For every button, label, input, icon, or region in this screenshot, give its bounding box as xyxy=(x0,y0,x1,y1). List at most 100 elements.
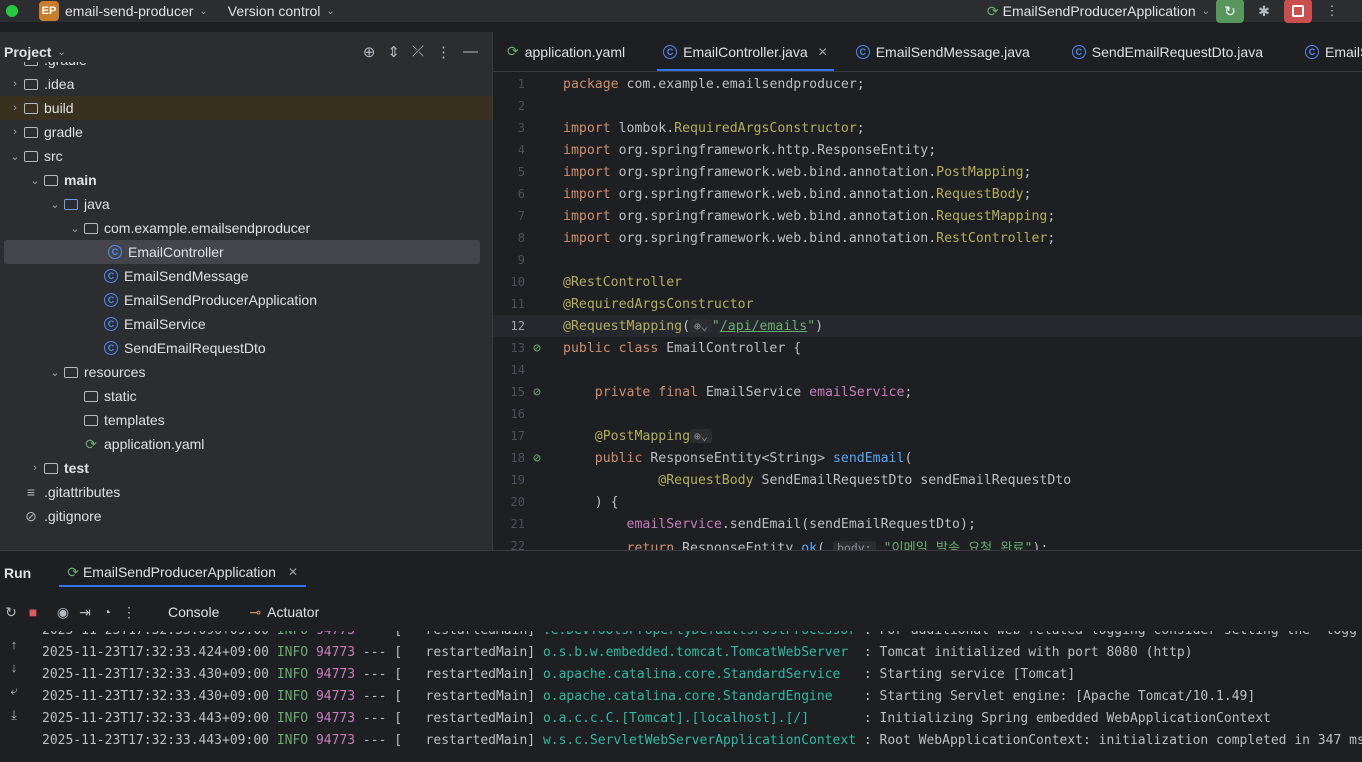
chevron-right-icon[interactable]: › xyxy=(28,462,42,474)
tree-item[interactable]: ⟳ application.yaml xyxy=(0,432,492,456)
code-line[interactable]: 16 xyxy=(493,403,1362,425)
chevron-down-icon[interactable]: ⌄ xyxy=(326,6,334,17)
close-icon[interactable]: ✕ xyxy=(818,45,828,59)
chevron-right-icon[interactable]: › xyxy=(8,102,22,114)
tree-item[interactable]: C EmailSendProducerApplication xyxy=(0,288,492,312)
chevron-right-icon[interactable]: › xyxy=(8,126,22,138)
tree-item[interactable]: › gradle xyxy=(0,120,492,144)
chevron-down-icon[interactable]: ⌄ xyxy=(48,366,62,379)
log-logger[interactable]: o.a.c.c.C.[Tomcat].[localhost].[/] xyxy=(543,711,856,726)
text-file-icon: ≡ xyxy=(26,484,36,500)
project-badge[interactable]: EP xyxy=(39,1,59,21)
tab-email-service[interactable]: C EmailSer xyxy=(1291,32,1362,71)
log-logger[interactable]: .e.DevToolsPropertyDefaultsPostProcessor xyxy=(543,631,856,638)
rerun-button[interactable]: ↻ xyxy=(1216,0,1244,23)
log-level: INFO xyxy=(276,644,309,660)
tree-item[interactable]: ⌄ resources xyxy=(0,360,492,384)
dashboard-icon[interactable]: ◔ xyxy=(96,604,118,620)
log-logger[interactable]: o.apache.catalina.core.StandardEngine xyxy=(543,689,856,704)
log-logger[interactable]: o.apache.catalina.core.StandardService xyxy=(543,667,856,682)
tree-item[interactable]: ⌄ java xyxy=(0,192,492,216)
chevron-down-icon[interactable]: ⌄ xyxy=(57,47,65,58)
tree-item[interactable]: ⊘ .gitignore xyxy=(0,504,492,528)
tab-application-yaml[interactable]: ⟳ application.yaml xyxy=(493,32,639,71)
code-line[interactable]: 21 emailService.sendEmail(sendEmailReque… xyxy=(493,513,1362,535)
chevron-down-icon[interactable]: ⌄ xyxy=(48,198,62,211)
version-control-menu[interactable]: Version control xyxy=(228,3,321,19)
camera-icon[interactable]: ◉ xyxy=(52,604,74,621)
actuator-tab[interactable]: Actuator xyxy=(267,604,319,620)
tree-item[interactable]: ⌄ main xyxy=(0,168,492,192)
chevron-down-icon[interactable]: ⌄ xyxy=(8,150,22,163)
run-config-tab[interactable]: ⟳ EmailSendProducerApplication ✕ xyxy=(59,560,307,587)
chevron-down-icon[interactable]: ⌄ xyxy=(199,6,207,17)
tree-item[interactable]: C EmailController xyxy=(4,240,480,264)
tree-item[interactable]: › .idea xyxy=(0,72,492,96)
tree-item[interactable]: C EmailService xyxy=(0,312,492,336)
debug-button[interactable]: ✱ xyxy=(1250,0,1278,23)
tab-send-email-request-dto[interactable]: C SendEmailRequestDto.java xyxy=(1058,32,1277,71)
tree-item[interactable]: .gradle xyxy=(0,62,492,72)
code-line[interactable]: 20 ) { xyxy=(493,491,1362,513)
code-line[interactable]: 12 @RequestMapping(⊕⌄ "/api/emails") xyxy=(493,315,1362,337)
more-vertical-icon[interactable]: ⋮ xyxy=(118,604,140,621)
code-line[interactable]: 2 xyxy=(493,95,1362,117)
code-area[interactable]: 1 package com.example.emailsendproducer; 2… xyxy=(493,72,1362,550)
code-line[interactable]: 7 import org.springframework.web.bind.ann… xyxy=(493,205,1362,227)
code-line[interactable]: 15 ⊘ private final EmailService emailServ… xyxy=(493,381,1362,403)
tab-email-send-message[interactable]: C EmailSendMessage.java xyxy=(842,32,1044,71)
code-line[interactable]: 1 package com.example.emailsendproducer; xyxy=(493,73,1362,95)
locate-icon[interactable]: ⊕ xyxy=(363,43,376,61)
code-line[interactable]: 8 import org.springframework.web.bind.ann… xyxy=(493,227,1362,249)
code-line[interactable]: 9 xyxy=(493,249,1362,271)
chevron-down-icon[interactable]: ⌄ xyxy=(28,174,42,187)
more-button[interactable]: ⋮ xyxy=(1318,0,1346,23)
close-icon[interactable]: ✕ xyxy=(288,565,298,579)
collapse-all-icon[interactable]: ⤫ xyxy=(412,43,424,61)
spring-bean-icon[interactable]: ⊘ xyxy=(533,385,541,400)
tree-item[interactable]: static xyxy=(0,384,492,408)
options-icon[interactable]: ⋮ xyxy=(436,43,451,61)
tree-item[interactable]: › build xyxy=(0,96,492,120)
tree-item[interactable]: ⌄ src xyxy=(0,144,492,168)
console-tab[interactable]: Console xyxy=(168,604,219,620)
tree-item[interactable]: › test xyxy=(0,456,492,480)
spring-run-icon: ⟳ xyxy=(67,563,79,580)
code-line[interactable]: 10 @RestController xyxy=(493,271,1362,293)
code-line[interactable]: 14 xyxy=(493,359,1362,381)
spring-bean-icon[interactable]: ⊘ xyxy=(533,341,541,356)
tree-item[interactable]: templates xyxy=(0,408,492,432)
code-line[interactable]: 18 ⊘ public ResponseEntity<String> sendEm… xyxy=(493,447,1362,469)
code-line[interactable]: 17 @PostMapping ⊕⌄ xyxy=(493,425,1362,447)
tab-email-controller[interactable]: C EmailController.java ✕ xyxy=(649,32,842,71)
code-line[interactable]: 5 import org.springframework.web.bind.ann… xyxy=(493,161,1362,183)
stop-icon[interactable]: ■ xyxy=(22,604,44,620)
expand-all-icon[interactable]: ⇕ xyxy=(387,43,400,61)
window-zoom-button[interactable] xyxy=(6,5,18,17)
code-line[interactable]: 3 import lombok.RequiredArgsConstructor; xyxy=(493,117,1362,139)
chevron-down-icon[interactable]: ⌄ xyxy=(68,222,82,235)
project-panel-title[interactable]: Project xyxy=(4,44,51,60)
run-panel-title[interactable]: Run xyxy=(4,565,31,581)
code-line[interactable]: 6 import org.springframework.web.bind.ann… xyxy=(493,183,1362,205)
code-line[interactable]: 19 @RequestBody SendEmailRequestDto send… xyxy=(493,469,1362,491)
spring-bean-icon[interactable]: ⊘ xyxy=(533,451,541,466)
run-config-selector[interactable]: ⟳ EmailSendProducerApplication ⌄ xyxy=(987,3,1210,20)
console-output[interactable]: 2025-11-23T17:32:33.096+09:00 INFO 94773… xyxy=(0,631,1362,762)
tree-item[interactable]: ⌄ com.example.emailsendproducer xyxy=(0,216,492,240)
rerun-icon[interactable]: ↻ xyxy=(0,604,22,621)
project-name[interactable]: email-send-producer xyxy=(65,3,193,19)
tree-item[interactable]: C SendEmailRequestDto xyxy=(0,336,492,360)
stop-button[interactable] xyxy=(1284,0,1312,23)
hide-panel-icon[interactable]: — xyxy=(463,43,478,61)
tree-item[interactable]: C EmailSendMessage xyxy=(0,264,492,288)
log-logger[interactable]: w.s.c.ServletWebServerApplicationContext xyxy=(543,733,856,748)
code-line[interactable]: 11 @RequiredArgsConstructor xyxy=(493,293,1362,315)
tree-item[interactable]: ≡ .gitattributes xyxy=(0,480,492,504)
code-line[interactable]: 4 import org.springframework.http.Respons… xyxy=(493,139,1362,161)
chevron-right-icon[interactable]: › xyxy=(8,78,22,90)
log-logger[interactable]: o.s.b.w.embedded.tomcat.TomcatWebServer xyxy=(543,645,856,660)
code-line[interactable]: 13 ⊘ public class EmailController { xyxy=(493,337,1362,359)
exit-icon[interactable]: ⇥ xyxy=(74,604,96,621)
code-line[interactable]: 22 return ResponseEntity.ok( body: "이메일 … xyxy=(493,535,1362,550)
